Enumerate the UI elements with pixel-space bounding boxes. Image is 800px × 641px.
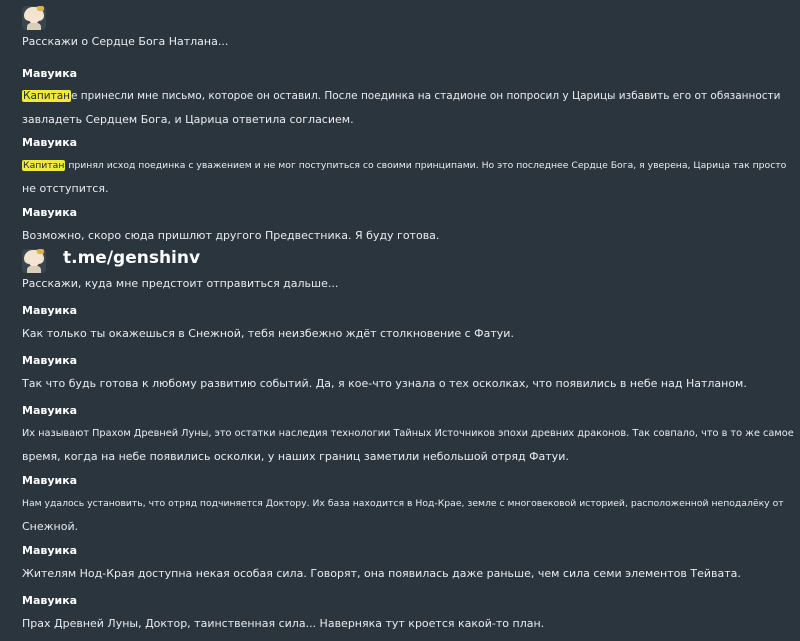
dialog-line: Возможно, скоро сюда пришлют другого Пре… bbox=[22, 229, 440, 242]
dialog-line: Так что будь готова к любому развитию со… bbox=[22, 377, 747, 390]
traveler-avatar bbox=[22, 6, 46, 30]
dialog-line: Жителям Нод-Края доступна некая особая с… bbox=[22, 567, 741, 580]
speaker-name: Мавуика bbox=[22, 354, 78, 367]
dialog-entry: Мавуика Как только ты окажешься в Снежно… bbox=[22, 304, 514, 345]
speaker-name: Мавуика bbox=[22, 206, 78, 219]
speaker-name: Мавуика bbox=[22, 544, 78, 557]
dialog-line: Нам удалось установить, что отряд подчин… bbox=[22, 498, 784, 509]
channel-watermark: t.me/genshinv bbox=[63, 248, 201, 268]
dialog-entry: Мавуика Прах Древней Луны, Доктор, таинс… bbox=[22, 594, 544, 635]
dialog-option-text: Расскажи о Сердце Бога Натлана... bbox=[22, 35, 229, 48]
speaker-name: Мавуика bbox=[22, 136, 78, 149]
dialog-text: е принесли мне письмо, которое он остави… bbox=[71, 90, 781, 102]
speaker-name: Мавуика bbox=[22, 594, 78, 607]
speaker-name: Мавуика bbox=[22, 304, 78, 317]
dialog-option[interactable]: Расскажи, куда мне предстоит отправиться… bbox=[22, 272, 338, 295]
highlight-term: Капитан bbox=[22, 160, 66, 171]
speaker-name: Мавуика bbox=[22, 404, 78, 417]
dialog-entry: Мавуика Возможно, скоро сюда пришлют дру… bbox=[22, 206, 439, 247]
dialog-entry: Мавуика Так что будь готова к любому раз… bbox=[22, 354, 747, 395]
dialog-line: время, когда на небе появились осколки, … bbox=[22, 450, 569, 463]
dialog-line: не отступится. bbox=[22, 182, 109, 195]
dialog-line: Их называют Прахом Древней Луны, это ост… bbox=[22, 428, 794, 439]
dialog-line: Капитане принесли мне письмо, которое он… bbox=[22, 85, 781, 108]
speaker-name: Мавуика bbox=[22, 67, 78, 80]
highlight-term: Капитан bbox=[22, 90, 71, 102]
traveler-avatar bbox=[22, 249, 46, 273]
dialog-entry: Мавуика Жителям Нод-Края доступна некая … bbox=[22, 544, 741, 585]
dialog-entry: Мавуика Капитане принесли мне письмо, ко… bbox=[22, 67, 781, 131]
dialog-line: Прах Древней Луны, Доктор, таинственная … bbox=[22, 617, 545, 630]
dialog-option[interactable]: Расскажи о Сердце Бога Натлана... bbox=[22, 30, 228, 53]
dialog-entry: Мавуика Их называют Прахом Древней Луны,… bbox=[22, 404, 794, 468]
dialog-line: Капитан принял исход поединка с уважение… bbox=[22, 154, 786, 177]
dialog-entry: Мавуика Нам удалось установить, что отря… bbox=[22, 474, 784, 538]
dialog-option-text: Расскажи, куда мне предстоит отправиться… bbox=[22, 277, 339, 290]
dialog-text: принял исход поединка с уважением и не м… bbox=[65, 160, 787, 171]
dialog-line: Как только ты окажешься в Снежной, тебя … bbox=[22, 327, 514, 340]
speaker-name: Мавуика bbox=[22, 474, 78, 487]
dialog-line: завладеть Сердцем Бога, и Царица ответил… bbox=[22, 113, 354, 126]
dialog-line: Снежной. bbox=[22, 520, 79, 533]
dialog-entry: Мавуика Капитан принял исход поединка с … bbox=[22, 136, 786, 200]
